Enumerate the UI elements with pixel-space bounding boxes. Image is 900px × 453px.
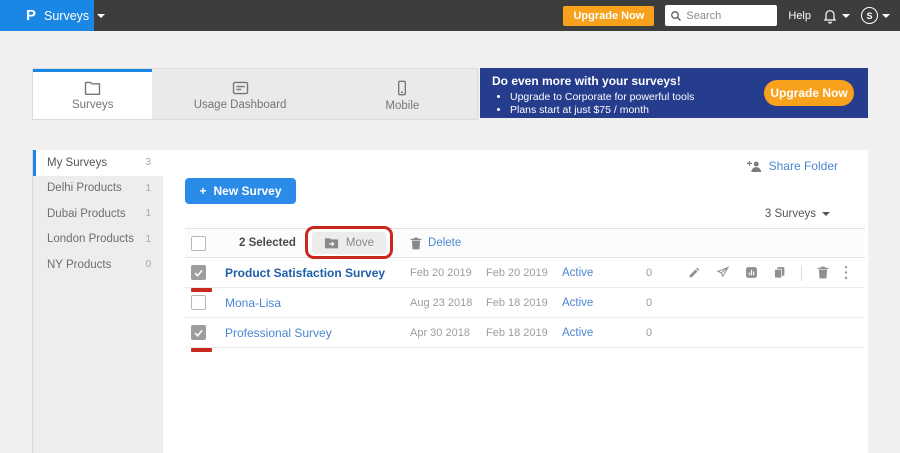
reports-chart-icon[interactable] xyxy=(745,266,758,279)
sidebar-item-dubai-products[interactable]: Dubai Products 1 xyxy=(33,201,163,227)
table-row: Mona-Lisa Aug 23 2018 Feb 18 2019 Active… xyxy=(185,288,865,318)
new-survey-label: New Survey xyxy=(213,184,281,198)
annotation-underline xyxy=(191,348,212,352)
plus-icon: + xyxy=(199,184,206,198)
surveys-table: 2 Selected Move Delete xyxy=(185,228,865,348)
share-folder-label: Share Folder xyxy=(769,159,838,173)
folder-count: 3 xyxy=(145,157,151,168)
send-icon[interactable] xyxy=(716,266,730,279)
created-date: Apr 30 2018 xyxy=(410,327,486,339)
sidebar-item-delhi-products[interactable]: Delhi Products 1 xyxy=(33,176,163,202)
tab-label: Usage Dashboard xyxy=(194,99,287,111)
delete-label: Delete xyxy=(428,237,461,249)
chevron-down-icon xyxy=(97,14,105,18)
sidebar-item-ny-products[interactable]: NY Products 0 xyxy=(33,252,163,278)
edit-pencil-icon[interactable] xyxy=(688,266,701,279)
responses-count: 0 xyxy=(640,327,688,339)
responses-count: 0 xyxy=(640,267,688,279)
folder-count: 0 xyxy=(145,259,151,270)
tab-label: Surveys xyxy=(72,99,114,111)
new-survey-button[interactable]: + New Survey xyxy=(185,178,296,204)
upgrade-now-button[interactable]: Upgrade Now xyxy=(563,6,654,26)
row-checkbox[interactable] xyxy=(191,325,206,340)
sidebar-item-label: Delhi Products xyxy=(47,182,122,194)
sidebar-item-my-surveys[interactable]: My Surveys 3 xyxy=(33,150,163,176)
tab-mobile[interactable]: Mobile xyxy=(328,69,477,119)
created-date: Aug 23 2018 xyxy=(410,297,486,309)
bell-icon xyxy=(822,8,838,24)
responses-count: 0 xyxy=(640,297,688,309)
surveys-count-label: 3 Surveys xyxy=(765,208,816,220)
chevron-down-icon xyxy=(882,14,890,18)
table-row: Professional Survey Apr 30 2018 Feb 18 2… xyxy=(185,318,865,348)
app-menu-label: Surveys xyxy=(44,9,89,23)
tab-usage-dashboard[interactable]: Usage Dashboard xyxy=(152,69,327,119)
table-row: Product Satisfaction Survey Feb 20 2019 … xyxy=(185,258,865,288)
mobile-icon xyxy=(396,80,408,96)
tab-label: Mobile xyxy=(385,100,419,112)
status-link[interactable]: Active xyxy=(562,297,640,309)
notifications-menu[interactable] xyxy=(822,8,850,24)
tab-surveys[interactable]: Surveys xyxy=(33,69,152,119)
move-button[interactable]: Move xyxy=(312,232,386,254)
row-checkbox[interactable] xyxy=(191,295,206,310)
created-date: Feb 20 2019 xyxy=(410,267,486,279)
app-menu[interactable]: P Surveys xyxy=(0,0,94,31)
bulk-actions-toolbar: 2 Selected Move Delete xyxy=(185,228,865,258)
modified-date: Feb 20 2019 xyxy=(486,267,562,279)
sidebar-item-london-products[interactable]: London Products 1 xyxy=(33,227,163,253)
survey-name-link[interactable]: Mona-Lisa xyxy=(225,296,410,310)
share-folder-link[interactable]: Share Folder xyxy=(747,159,838,173)
help-link[interactable]: Help xyxy=(788,10,811,22)
modified-date: Feb 18 2019 xyxy=(486,327,562,339)
avatar: S xyxy=(861,7,878,24)
banner-bullet: Upgrade to Corporate for powerful tools xyxy=(510,91,694,104)
main-panel: Share Folder + New Survey 3 Surveys 2 Se… xyxy=(163,150,868,453)
promo-banner: Do even more with your surveys! Upgrade … xyxy=(480,68,868,118)
logo-icon: P xyxy=(26,7,36,24)
folder-icon xyxy=(84,81,101,95)
sidebar-item-label: NY Products xyxy=(47,259,111,271)
person-plus-icon xyxy=(747,160,763,173)
status-link[interactable]: Active xyxy=(562,267,640,279)
search-input[interactable] xyxy=(686,10,766,22)
banner-upgrade-button[interactable]: Upgrade Now xyxy=(764,80,854,106)
annotation-underline xyxy=(191,288,212,292)
dashboard-icon xyxy=(232,81,249,95)
chevron-down-icon xyxy=(842,14,850,18)
section-tabs: Surveys Usage Dashboard Mobile xyxy=(32,68,478,120)
sidebar-item-label: London Products xyxy=(47,233,134,245)
sidebar-item-label: My Surveys xyxy=(47,157,107,169)
search-icon xyxy=(670,10,682,22)
folder-count: 1 xyxy=(145,234,151,245)
banner-bullets: Upgrade to Corporate for powerful tools … xyxy=(510,91,694,117)
divider xyxy=(801,265,802,281)
folder-count: 1 xyxy=(145,183,151,194)
row-checkbox[interactable] xyxy=(191,265,206,280)
trash-icon[interactable] xyxy=(817,266,829,279)
trash-icon xyxy=(410,237,422,250)
banner-bullet: Plans start at just $75 / month xyxy=(510,104,694,117)
modified-date: Feb 18 2019 xyxy=(486,297,562,309)
surveys-count-dropdown[interactable]: 3 Surveys xyxy=(765,208,830,220)
search-box[interactable] xyxy=(665,5,777,26)
row-actions xyxy=(688,265,865,281)
top-bar: P Surveys Upgrade Now Help S xyxy=(0,0,900,31)
move-folder-icon xyxy=(324,237,339,249)
status-link[interactable]: Active xyxy=(562,327,640,339)
folder-count: 1 xyxy=(145,208,151,219)
chevron-down-icon xyxy=(822,212,830,216)
sidebar-item-label: Dubai Products xyxy=(47,208,126,220)
survey-name-link[interactable]: Product Satisfaction Survey xyxy=(225,266,410,280)
selected-count-label: 2 Selected xyxy=(239,237,296,249)
move-label: Move xyxy=(346,237,374,249)
select-all-checkbox[interactable] xyxy=(191,236,206,251)
survey-name-link[interactable]: Professional Survey xyxy=(225,326,410,340)
banner-title: Do even more with your surveys! xyxy=(492,74,681,88)
folders-sidebar: My Surveys 3 Delhi Products 1 Dubai Prod… xyxy=(32,150,163,453)
account-menu[interactable]: S xyxy=(861,7,890,24)
delete-button[interactable]: Delete xyxy=(410,237,461,250)
copy-icon[interactable] xyxy=(773,266,786,279)
kebab-menu-icon[interactable] xyxy=(844,265,848,280)
